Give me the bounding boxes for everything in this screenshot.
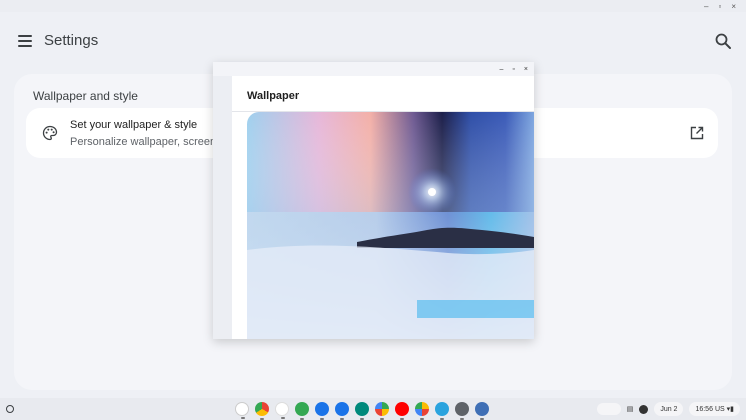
minimize-button[interactable]: – (704, 2, 708, 11)
shelf-apps (235, 402, 489, 420)
locale-text: US (714, 405, 725, 413)
wallpaper-preview-image[interactable] (247, 112, 534, 339)
wallpaper-minimize-button[interactable]: – (500, 66, 504, 73)
time-pill[interactable]: 16:56 US ▾ ▮ (689, 402, 740, 416)
os-window-controls: – ▫ × (0, 0, 746, 12)
open-in-new-icon[interactable] (690, 126, 704, 140)
time-text: 16:56 (695, 405, 713, 413)
row-subtitle: Personalize wallpaper, screen s (70, 136, 225, 148)
notification-icon[interactable] (639, 404, 649, 414)
wallpaper-maximize-button[interactable]: ▫ (512, 66, 514, 73)
telegram-icon[interactable] (435, 402, 449, 420)
shelf: ▤ Jun 2 16:56 US ▾ ▮ (0, 398, 746, 420)
wallpaper-window-controls: – ▫ × (213, 62, 534, 76)
chrome-icon[interactable] (255, 402, 269, 420)
tasks-icon[interactable] (295, 402, 309, 420)
wallpaper-window: – ▫ × Wallpaper (213, 62, 534, 339)
battery-icon: ▮ (730, 406, 734, 413)
palette-icon (42, 125, 58, 141)
files-icon[interactable] (315, 402, 329, 420)
clipboard-icon[interactable]: ▤ (627, 405, 634, 413)
date-pill[interactable]: Jun 2 (654, 402, 684, 416)
wallpaper-app-icon[interactable] (475, 402, 489, 420)
wallpaper-content: Wallpaper (232, 76, 534, 339)
row-title: Set your wallpaper & style (70, 119, 198, 131)
search-icon[interactable] (714, 32, 732, 50)
hamburger-icon[interactable] (18, 35, 32, 47)
date-text: Jun 2 (660, 405, 678, 413)
maximize-button[interactable]: ▫ (718, 2, 721, 11)
launcher-icon[interactable] (6, 405, 14, 413)
status-tray[interactable]: ▤ Jun 2 16:56 US ▾ ▮ (596, 402, 740, 416)
wallpaper-title: Wallpaper (247, 90, 300, 102)
youtube-icon[interactable] (395, 402, 409, 420)
play-store-icon[interactable] (375, 402, 389, 420)
messages-icon[interactable] (335, 402, 349, 420)
wallpaper-close-button[interactable]: × (524, 66, 528, 73)
gmail-icon[interactable] (275, 402, 289, 419)
photos-icon[interactable] (415, 402, 429, 420)
close-button[interactable]: × (731, 2, 736, 11)
meet-icon[interactable] (355, 402, 369, 420)
assistant-icon[interactable] (235, 402, 249, 419)
wallpaper-sidebar (213, 76, 232, 339)
page-title: Settings (44, 32, 99, 49)
section-title: Wallpaper and style (33, 89, 138, 103)
settings-app-icon[interactable] (455, 402, 469, 420)
tray-pill[interactable] (596, 403, 621, 415)
